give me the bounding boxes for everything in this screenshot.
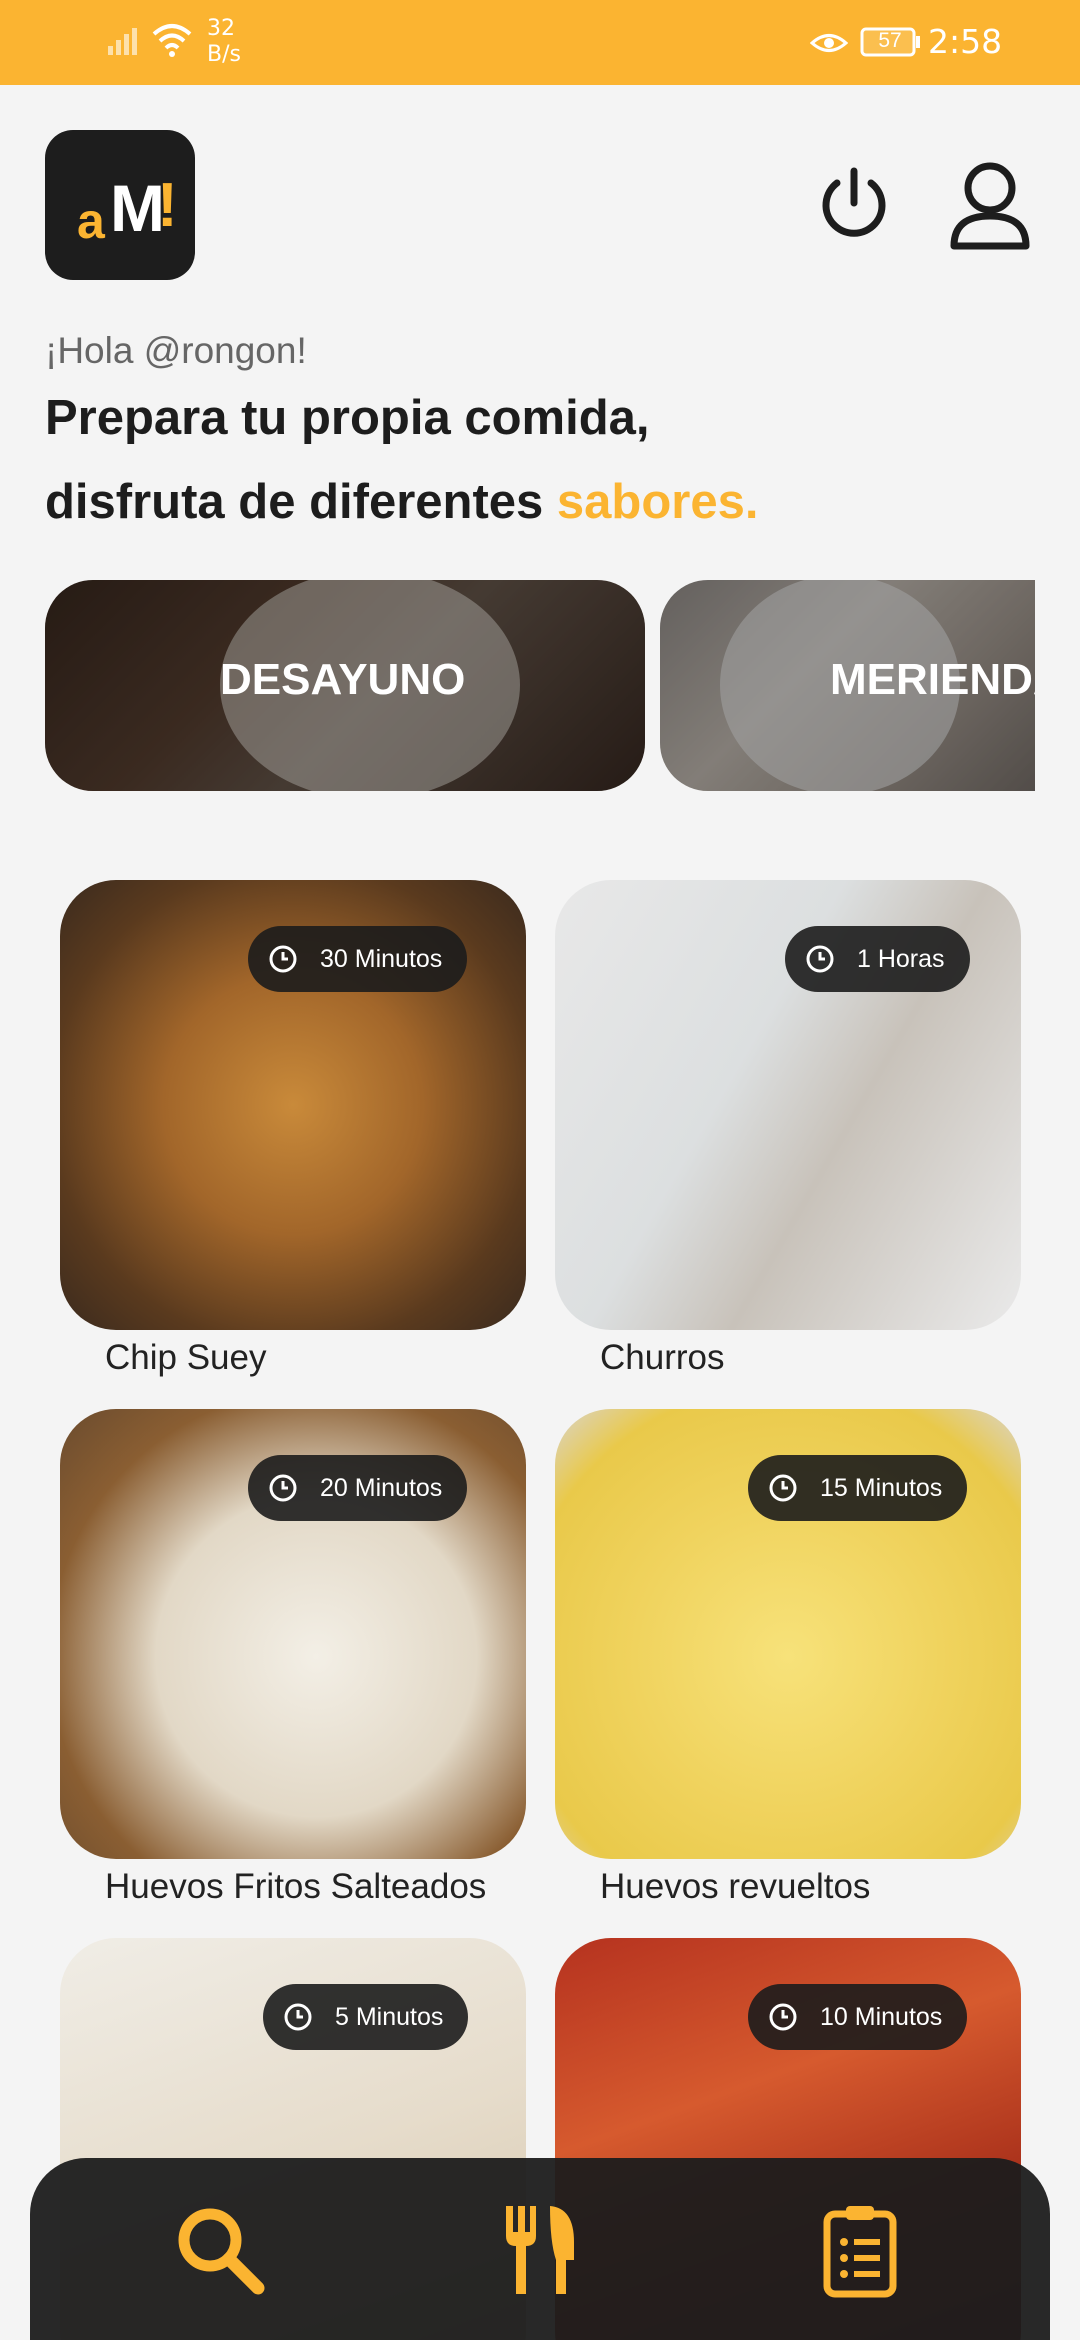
clipboard-list-icon (823, 2206, 897, 2298)
logo-letter-a: a (77, 193, 105, 249)
clock-icon (269, 945, 297, 973)
headline-line-2: disfruta de diferentes sabores. (45, 474, 758, 530)
user-profile-icon[interactable] (948, 160, 1032, 252)
recipe-title: Churros (600, 1338, 725, 1377)
category-label: MERIENDA (830, 655, 1035, 704)
clock-icon (769, 2003, 797, 2031)
time-badge: 10 Minutos (748, 1984, 968, 2050)
signal-icon (108, 28, 137, 55)
greeting-text: ¡Hola @rongon! (45, 330, 307, 371)
recipe-card[interactable]: 15 Minutos (555, 1409, 1021, 1859)
eye-comfort-icon (810, 34, 848, 52)
logo-exclamation: ! (157, 171, 178, 240)
time-badge: 15 Minutos (748, 1455, 968, 1521)
category-card-desayuno[interactable]: DESAYUNO (45, 580, 645, 791)
status-bar: 32 B/s 57 2:58 (0, 0, 1080, 85)
bottom-navigation (30, 2158, 1050, 2340)
power-icon[interactable] (815, 165, 893, 243)
clock-icon (769, 1474, 797, 1502)
nav-search[interactable] (170, 2200, 270, 2300)
time-badge: 5 Minutos (263, 1984, 469, 2050)
time-badge: 1 Horas (785, 926, 970, 992)
recipe-card[interactable]: 30 Minutos (60, 880, 526, 1330)
app-logo: a M ! (45, 130, 195, 280)
nav-list[interactable] (810, 2200, 910, 2300)
clock-icon (269, 1474, 297, 1502)
battery-level: 57 (878, 29, 902, 52)
recipe-title: Chip Suey (105, 1338, 267, 1377)
time-text: 5 Minutos (335, 2002, 444, 2031)
headline-prefix: disfruta de diferentes (45, 475, 544, 529)
time-badge: 20 Minutos (248, 1455, 468, 1521)
category-card-merienda[interactable]: MERIENDA (660, 580, 1035, 791)
time-text: 30 Minutos (320, 944, 443, 973)
recipe-card[interactable]: 20 Minutos (60, 1409, 526, 1859)
clock-icon (284, 2003, 312, 2031)
network-speed: 32 B/s (207, 16, 241, 67)
headline-line-1: Prepara tu propia comida, (45, 391, 650, 445)
time-badge: 30 Minutos (248, 926, 468, 992)
search-icon (178, 2208, 265, 2295)
recipe-title: Huevos Fritos Salteados (105, 1867, 487, 1906)
nav-recipes[interactable] (490, 2200, 590, 2300)
wifi-icon (152, 24, 192, 57)
time-text: 20 Minutos (320, 1473, 443, 1502)
category-label: DESAYUNO (220, 655, 466, 704)
headline-accent: sabores. (556, 475, 759, 529)
time-text: 15 Minutos (820, 1473, 943, 1502)
time-text: 1 Horas (857, 944, 945, 973)
utensils-icon (506, 2206, 574, 2294)
clock-icon (806, 945, 834, 973)
clock: 2:58 (928, 22, 1003, 61)
recipe-card[interactable]: 1 Horas (555, 880, 1021, 1330)
time-text: 10 Minutos (820, 2002, 943, 2031)
recipe-title: Huevos revueltos (600, 1867, 871, 1906)
